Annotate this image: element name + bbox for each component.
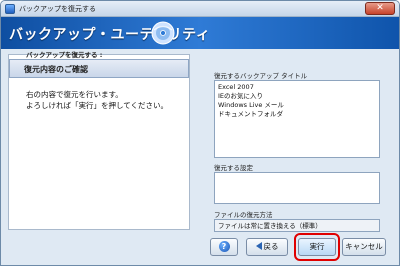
step-label: バックアップを復元する : — [26, 51, 103, 59]
close-button[interactable]: ✕ — [365, 2, 395, 15]
method-label: ファイルの復元方法 — [214, 211, 273, 219]
right-panel: 復元するバックアップ タイトル Excel 2007 IEのお気に入り Wind… — [200, 54, 390, 234]
help-icon: ? — [218, 240, 230, 252]
list-item: ドキュメントフォルダ — [218, 110, 283, 118]
backup-title-list[interactable]: Excel 2007 IEのお気に入り Windows Live メール ドキュ… — [214, 80, 380, 158]
run-label: 実行 — [309, 242, 325, 251]
header-banner: バックアップ・ユーティリティ — [1, 17, 399, 49]
instruction-line-1: 右の内容で復元を行います。 — [26, 90, 123, 99]
header-title: バックアップ・ユーティリティ — [9, 27, 211, 43]
window-title: バックアップを復元する — [19, 5, 96, 13]
settings-label: 復元する設定 — [214, 164, 253, 172]
disc-icon — [151, 21, 175, 45]
list-item: IEのお気に入り — [218, 92, 264, 100]
left-panel — [8, 54, 190, 230]
settings-box[interactable] — [214, 172, 380, 204]
close-icon: ✕ — [376, 3, 384, 13]
app-icon — [5, 4, 15, 14]
back-label: 戻る — [263, 242, 279, 251]
title-bar: バックアップを復元する ✕ — [1, 1, 399, 17]
instruction-text: 右の内容で復元を行います。 よろしければ「実行」を押してください。 — [26, 89, 186, 111]
run-button[interactable]: 実行 — [298, 238, 336, 256]
method-value: ファイルは常に置き換える（標準） — [218, 222, 322, 230]
step-title: 復元内容のご確認 — [24, 65, 88, 74]
method-field: ファイルは常に置き換える（標準） — [214, 219, 380, 232]
backup-title-label: 復元するバックアップ タイトル — [214, 72, 308, 80]
list-item: Windows Live メール — [218, 101, 284, 109]
list-item: Excel 2007 — [218, 83, 254, 91]
back-arrow-icon — [255, 242, 262, 250]
back-button[interactable]: 戻る — [246, 238, 288, 256]
instruction-line-2: よろしければ「実行」を押してください。 — [26, 101, 169, 110]
cancel-label: キャンセル — [345, 242, 383, 251]
help-button[interactable]: ? — [210, 238, 238, 256]
cancel-button[interactable]: キャンセル — [342, 238, 386, 256]
